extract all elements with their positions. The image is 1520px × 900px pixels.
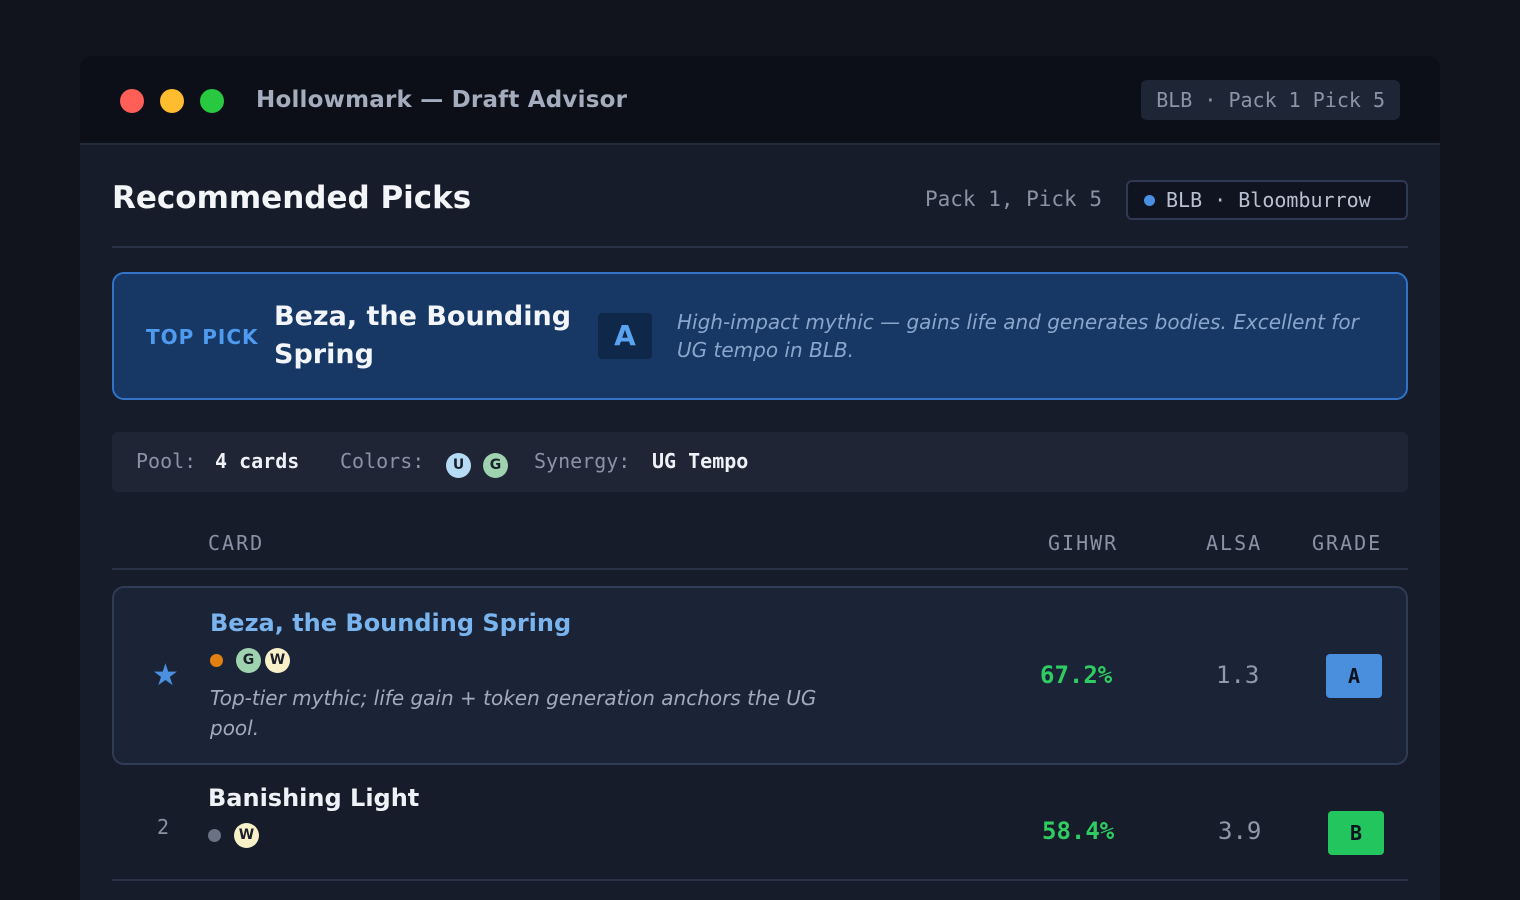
page-header: Recommended Picks Pack 1, Pick 5 BLB · B… [112,145,1408,248]
set-chip-label: BLB · Bloomburrow [1166,188,1371,212]
pool-value: 4 cards [215,449,300,473]
gihwr-value: 67.2% [1040,661,1113,689]
card-cost: W [208,823,259,848]
pack-pick-label: Pack 1, Pick 5 [924,187,1102,211]
pool-color-icons: U G [446,450,509,478]
close-window-button[interactable] [120,89,144,113]
grade-badge: A [1326,654,1382,698]
table-row[interactable]: 2 Banishing Light W 58.4% 3.9 B [112,765,1408,881]
top-pick-grade-badge: A [598,313,652,359]
green-mana-icon: G [236,648,261,673]
top-pick-note: High-impact mythic — gains life and gene… [677,310,1359,362]
gihwr-value: 58.4% [1042,817,1115,845]
star-icon: ★ [152,658,179,693]
green-mana-icon: G [483,453,509,478]
table-header: CARD GIHWR ALSA GRADE [112,492,1408,570]
white-mana-icon: W [234,823,259,848]
column-header-card[interactable]: CARD [208,531,264,555]
minimize-window-button[interactable] [160,89,184,113]
card-name[interactable]: Banishing Light [208,784,419,812]
mythic-rarity-icon [210,654,223,667]
top-pick-label: TOP PICK [146,325,259,349]
synergy-value: UG Tempo [652,449,749,473]
window-title: Hollowmark — Draft Advisor [256,87,628,113]
maximize-window-button[interactable] [200,89,224,113]
synergy-label: Synergy: [534,449,631,473]
alsa-value: 3.9 [1218,817,1262,845]
top-pick-banner[interactable]: TOP PICK Beza, the Bounding Spring A Hig… [112,272,1408,400]
set-chip[interactable]: BLB · Bloomburrow [1126,180,1408,220]
table-row[interactable]: ★ Beza, the Bounding Spring G W Top-tier… [112,586,1408,765]
grade-badge: B [1328,811,1384,855]
title-bar: Hollowmark — Draft Advisor BLB · Pack 1 … [80,56,1440,145]
top-pick-card-name: Beza, the Bounding Spring [274,301,572,370]
session-chip: BLB · Pack 1 Pick 5 [1141,80,1400,120]
pool-summary-bar: Pool: 4 cards Colors: U G Synergy: UG Te… [112,432,1408,492]
card-name[interactable]: Beza, the Bounding Spring [210,609,571,637]
rank-number: 2 [157,815,170,839]
white-mana-icon: W [265,648,290,673]
set-dot-icon [1144,195,1155,206]
page-title: Recommended Picks [112,180,472,216]
card-note: Top-tier mythic; life gain + token gener… [210,686,817,740]
alsa-value: 1.3 [1216,661,1260,689]
card-cost: G W [210,648,290,673]
colors-label: Colors: [340,449,425,473]
blue-mana-icon: U [446,453,471,478]
column-header-gihwr[interactable]: GIHWR [1048,531,1118,555]
column-header-grade[interactable]: GRADE [1312,531,1382,555]
pool-label: Pool: [136,449,197,473]
common-rarity-icon [208,829,221,842]
column-header-alsa[interactable]: ALSA [1206,531,1262,555]
main-content: Recommended Picks Pack 1, Pick 5 BLB · B… [112,145,1408,881]
app-window: Hollowmark — Draft Advisor BLB · Pack 1 … [80,56,1440,900]
